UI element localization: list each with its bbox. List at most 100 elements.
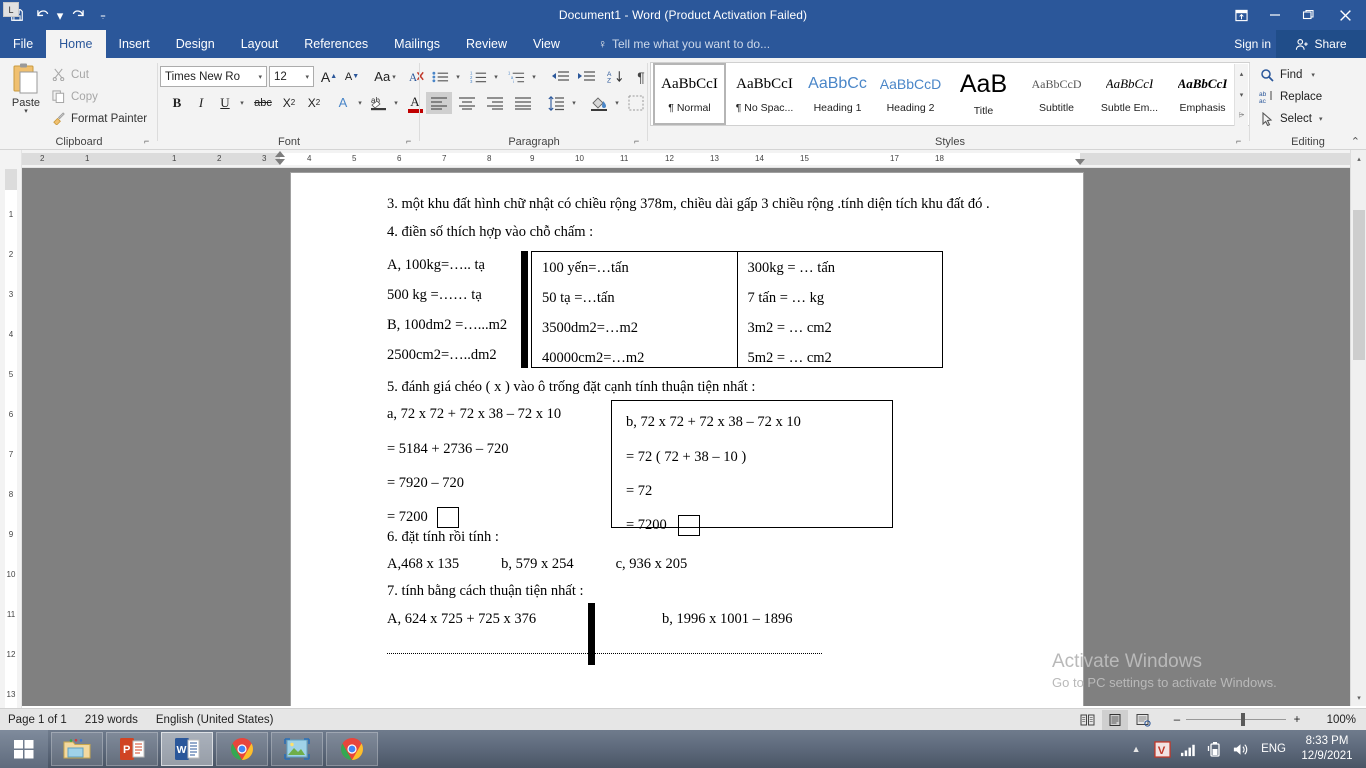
justify-button[interactable]: [510, 92, 536, 114]
italic-button[interactable]: I: [190, 92, 212, 113]
style-emphasis[interactable]: AaBbCcI Emphasis: [1166, 63, 1239, 125]
page-indicator[interactable]: Page 1 of 1: [8, 714, 67, 726]
more-styles-icon[interactable]: ⩥: [1235, 106, 1249, 126]
text-highlight-color-button[interactable]: ab: [368, 92, 390, 113]
start-button[interactable]: [0, 730, 48, 768]
paste-dropdown-icon[interactable]: ▾: [24, 108, 28, 115]
scrollbar-thumb[interactable]: [1353, 210, 1365, 360]
align-center-button[interactable]: [454, 92, 480, 114]
restore-icon[interactable]: [1291, 0, 1324, 30]
signal-bars-icon[interactable]: [1175, 730, 1201, 768]
multilevel-dropdown-icon[interactable]: ▾: [528, 66, 540, 87]
zoom-in-button[interactable]: +: [1286, 714, 1308, 726]
hanging-indent-marker[interactable]: [275, 159, 285, 165]
multilevel-list-button[interactable]: 1ai: [504, 66, 528, 87]
style-no-spacing[interactable]: AaBbCcI ¶ No Spac...: [728, 63, 801, 125]
replace-button[interactable]: ab ac Replace: [1259, 86, 1322, 107]
find-dropdown-icon[interactable]: ▾: [1311, 71, 1315, 79]
copy-button[interactable]: Copy: [48, 86, 98, 107]
show-formatting-marks-button[interactable]: ¶: [630, 66, 652, 87]
style-heading-2[interactable]: AaBbCcD Heading 2: [874, 63, 947, 125]
answer-checkbox[interactable]: [436, 507, 459, 529]
cut-button[interactable]: Cut: [48, 64, 89, 85]
document-vertical-scrollbar[interactable]: ▴ ▾: [1350, 150, 1366, 706]
superscript-button[interactable]: X2: [302, 92, 326, 113]
share-button[interactable]: Share: [1276, 30, 1366, 58]
chevron-up-icon[interactable]: ▲: [1123, 730, 1149, 768]
taskbar-chrome[interactable]: [216, 732, 268, 766]
speaker-icon[interactable]: [1227, 730, 1253, 768]
taskbar-chrome-2[interactable]: [326, 732, 378, 766]
change-case-button[interactable]: Aa ▾: [368, 66, 402, 87]
font-name-combobox[interactable]: Times New Ro ▾: [160, 66, 267, 87]
line-spacing-button[interactable]: [544, 92, 568, 114]
language-indicator[interactable]: English (United States): [156, 714, 274, 726]
unikey-v-icon[interactable]: V: [1149, 730, 1175, 768]
shrink-font-button[interactable]: A ▼: [341, 66, 363, 87]
zoom-thumb[interactable]: [1241, 713, 1245, 726]
tab-insert[interactable]: Insert: [106, 30, 163, 58]
format-painter-button[interactable]: Format Painter: [48, 108, 147, 129]
document-body[interactable]: 3. một khu đất hình chữ nhật có chiều rộ…: [387, 195, 993, 669]
collapse-ribbon-icon[interactable]: ⌃: [1351, 135, 1360, 148]
styles-dialog-launcher[interactable]: ⌐: [1236, 136, 1247, 147]
select-dropdown-icon[interactable]: ▾: [1319, 115, 1323, 123]
zoom-level[interactable]: 100%: [1310, 714, 1356, 726]
decrease-indent-button[interactable]: [548, 66, 572, 87]
underline-dropdown-icon[interactable]: ▾: [236, 92, 248, 113]
answer-checkbox[interactable]: [677, 515, 700, 537]
styles-gallery-scrollbar[interactable]: ▴ ▾ ⩥: [1234, 64, 1248, 126]
vertical-ruler[interactable]: 1 2 3 4 5 6 7 8 9 10 11 12 13: [0, 150, 22, 710]
horizontal-ruler[interactable]: 2 1 1 2 3 4 5 6 7 8 9 10 11 12 13 14 15 …: [22, 150, 1350, 168]
line-spacing-dropdown-icon[interactable]: ▾: [568, 92, 580, 114]
scroll-down-icon[interactable]: ▾: [1235, 85, 1249, 105]
taskbar-word[interactable]: W: [161, 732, 213, 766]
right-indent-marker[interactable]: [1075, 159, 1085, 165]
tab-stop-selector[interactable]: L: [3, 2, 19, 17]
scroll-up-icon[interactable]: ▴: [1235, 64, 1249, 84]
tab-file[interactable]: File: [0, 30, 46, 58]
align-right-button[interactable]: [482, 92, 508, 114]
zoom-slider[interactable]: – +: [1168, 713, 1308, 726]
clipboard-dialog-launcher[interactable]: ⌐: [144, 136, 155, 147]
taskbar-photos[interactable]: [271, 732, 323, 766]
bullets-button[interactable]: [428, 66, 452, 87]
style-normal[interactable]: AaBbCcI ¶ Normal: [653, 63, 726, 125]
borders-button[interactable]: [625, 92, 647, 114]
language-indicator[interactable]: ENG: [1253, 743, 1294, 755]
clock[interactable]: 8:33 PM 12/9/2021: [1294, 734, 1366, 764]
paragraph-dialog-launcher[interactable]: ⌐: [634, 136, 645, 147]
text-effects-button[interactable]: A: [332, 92, 354, 113]
numbering-dropdown-icon[interactable]: ▾: [490, 66, 502, 87]
grow-font-button[interactable]: A ▲: [318, 66, 340, 87]
taskbar-file-explorer[interactable]: [51, 732, 103, 766]
scroll-down-icon[interactable]: ▾: [1351, 689, 1366, 706]
shading-dropdown-icon[interactable]: ▾: [611, 92, 623, 114]
increase-indent-button[interactable]: [574, 66, 598, 87]
minimize-icon[interactable]: [1258, 0, 1291, 30]
tab-home[interactable]: Home: [46, 30, 106, 58]
style-subtitle[interactable]: AaBbCcD Subtitle: [1020, 63, 1093, 125]
print-layout-button[interactable]: [1102, 709, 1128, 730]
question-5-box[interactable]: b, 72 x 72 + 72 x 38 – 72 x 10 = 72 ( 72…: [611, 400, 893, 537]
scroll-up-icon[interactable]: ▴: [1351, 150, 1366, 167]
tell-me-search[interactable]: ♀ Tell me what you want to do...: [598, 30, 770, 58]
paste-button[interactable]: Paste ▾: [6, 62, 46, 126]
web-layout-button[interactable]: [1130, 710, 1156, 730]
highlight-dropdown-icon[interactable]: ▾: [390, 92, 402, 113]
word-count[interactable]: 219 words: [85, 714, 138, 726]
bold-button[interactable]: B: [166, 92, 188, 113]
tab-view[interactable]: View: [520, 30, 573, 58]
taskbar-powerpoint[interactable]: P: [106, 732, 158, 766]
style-title[interactable]: AaB Title: [947, 63, 1020, 125]
ribbon-display-options-icon[interactable]: [1225, 0, 1258, 30]
document-page[interactable]: 3. một khu đất hình chữ nhật có chiều rộ…: [290, 172, 1084, 706]
sort-button[interactable]: AZ: [603, 66, 627, 87]
tab-design[interactable]: Design: [163, 30, 228, 58]
read-mode-button[interactable]: [1074, 710, 1100, 730]
sign-in-button[interactable]: Sign in: [1234, 30, 1271, 58]
bullets-dropdown-icon[interactable]: ▾: [452, 66, 464, 87]
subscript-button[interactable]: X2: [277, 92, 301, 113]
zoom-out-button[interactable]: –: [1168, 714, 1186, 726]
question-4-table[interactable]: 100 yến=…tấn 50 tạ =…tấn 3500dm2=…m2 400…: [531, 251, 943, 369]
